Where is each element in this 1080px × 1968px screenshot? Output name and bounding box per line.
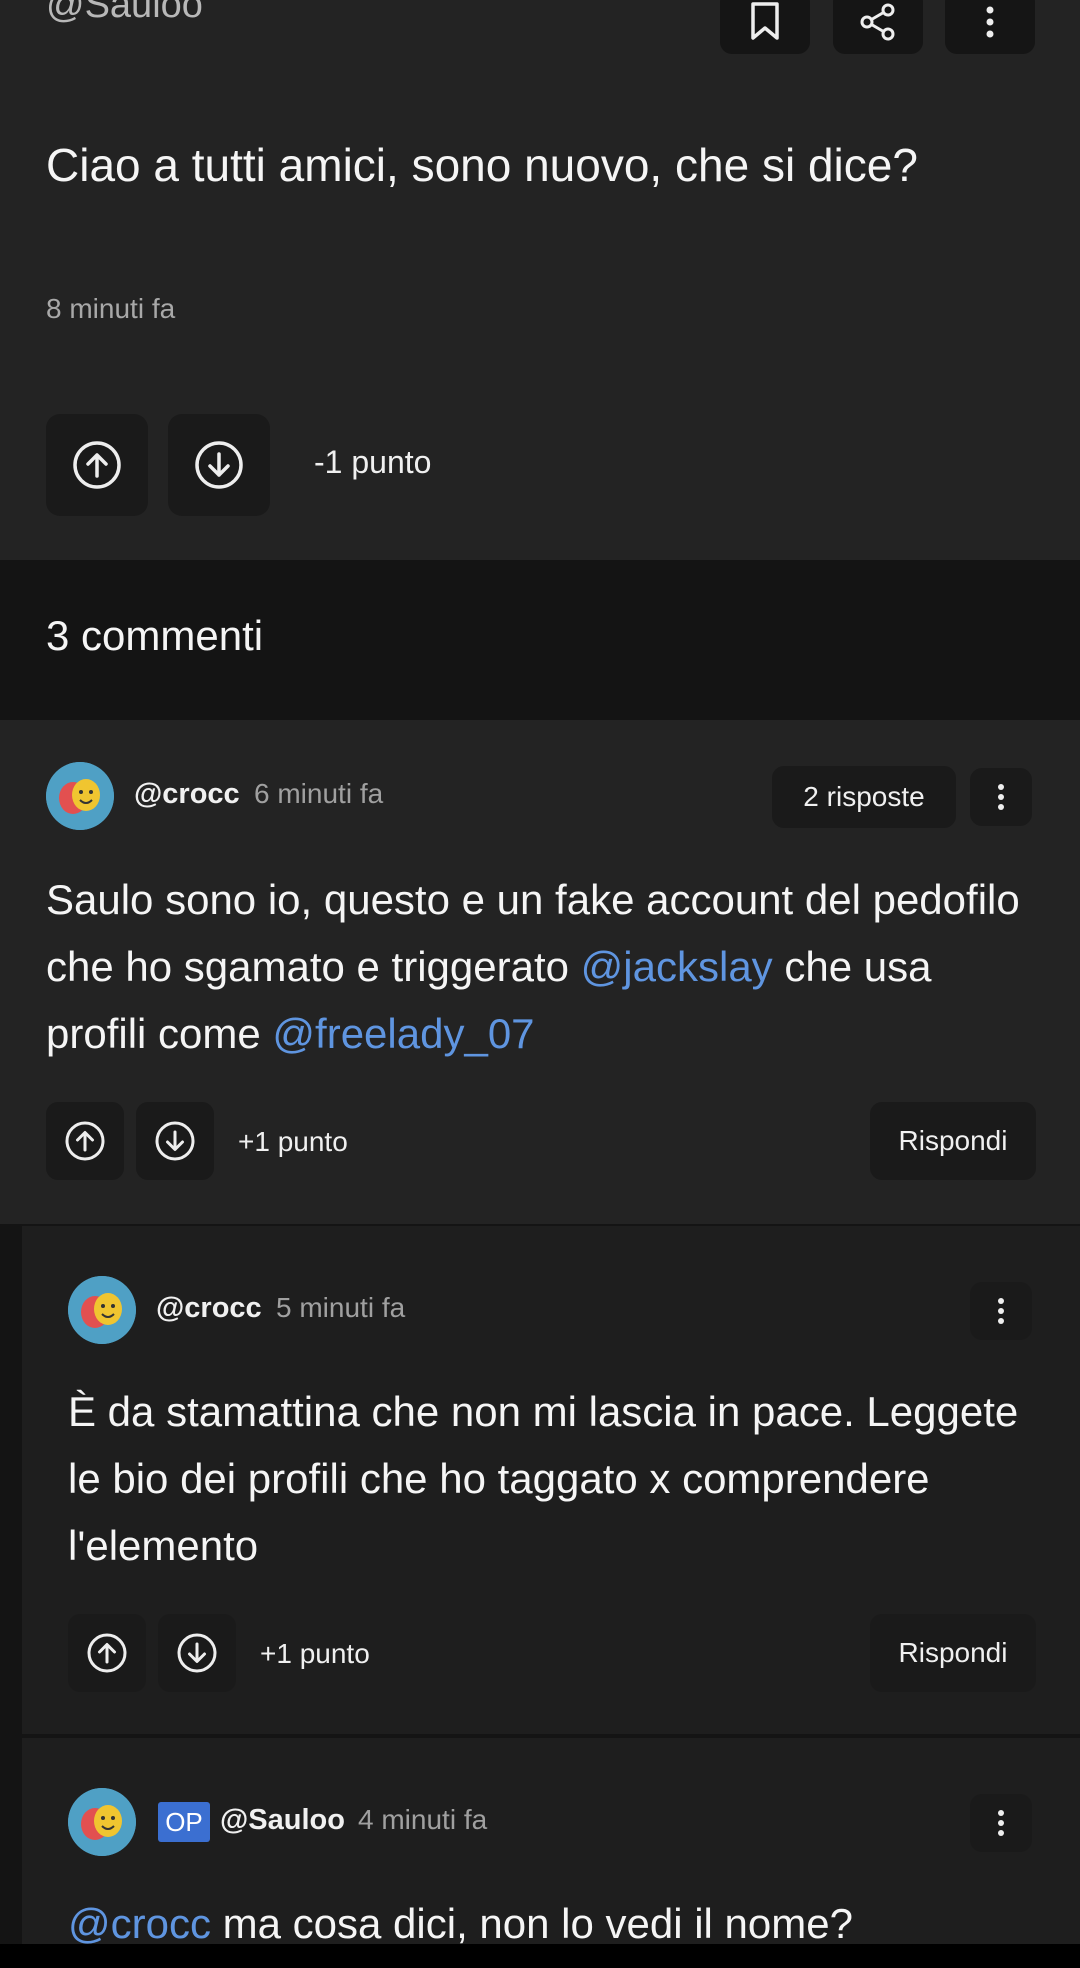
avatar[interactable] bbox=[68, 1276, 136, 1344]
theater-masks-icon bbox=[68, 1788, 136, 1856]
reply-button[interactable]: Rispondi bbox=[870, 1614, 1036, 1692]
comment-username[interactable]: @crocc bbox=[134, 778, 240, 811]
reply-card: @crocc 5 minuti fa È da stamattina che n… bbox=[22, 1226, 1080, 1734]
system-nav-bar bbox=[0, 1944, 1080, 1968]
comment-score: +1 punto bbox=[260, 1638, 370, 1669]
replies-button[interactable]: 2 risposte bbox=[772, 766, 956, 828]
theater-masks-icon bbox=[68, 1276, 136, 1344]
comments-count: 3 commenti bbox=[46, 612, 264, 659]
more-options-button[interactable] bbox=[945, 0, 1035, 54]
comment-options-button[interactable] bbox=[970, 768, 1032, 826]
comment-timestamp: 6 minuti fa bbox=[254, 778, 384, 809]
downvote-button[interactable] bbox=[168, 414, 270, 516]
comment-options-button[interactable] bbox=[970, 1794, 1032, 1852]
kebab-menu-icon bbox=[998, 784, 1004, 810]
op-badge: OP bbox=[158, 1802, 210, 1842]
post-timestamp: 8 minuti fa bbox=[46, 293, 176, 324]
reply-button[interactable]: Rispondi bbox=[870, 1102, 1036, 1180]
comment-timestamp: 4 minuti fa bbox=[358, 1804, 488, 1835]
comment-card: @crocc 6 minuti fa 2 risposte Saulo sono… bbox=[0, 720, 1080, 1224]
bookmark-icon bbox=[751, 2, 779, 40]
bookmark-button[interactable] bbox=[720, 0, 810, 54]
comment-timestamp: 5 minuti fa bbox=[276, 1292, 406, 1323]
theater-masks-icon bbox=[46, 762, 114, 830]
comment-score: +1 punto bbox=[238, 1126, 348, 1157]
post-body: Ciao a tutti amici, sono nuovo, che si d… bbox=[46, 139, 918, 191]
arrow-down-circle-icon bbox=[195, 441, 243, 489]
downvote-button[interactable] bbox=[158, 1614, 236, 1692]
arrow-up-circle-icon bbox=[65, 1121, 105, 1161]
upvote-button[interactable] bbox=[68, 1614, 146, 1692]
mention-link[interactable]: @crocc bbox=[68, 1900, 211, 1947]
post-card: @Sauloo Ciao a tutti amici, sono nuovo, … bbox=[0, 0, 1080, 560]
share-icon bbox=[860, 3, 895, 41]
comment-text: ma cosa dici, non lo vedi il nome? bbox=[210, 1900, 853, 1947]
comment-body: Saulo sono io, questo e un fake account … bbox=[46, 866, 1036, 1067]
post-score: -1 punto bbox=[314, 444, 432, 480]
comment-body: È da stamattina che non mi lascia in pac… bbox=[68, 1388, 1019, 1569]
kebab-menu-icon bbox=[998, 1810, 1004, 1836]
kebab-menu-icon bbox=[986, 6, 994, 38]
comment-username[interactable]: @crocc bbox=[156, 1292, 262, 1325]
kebab-menu-icon bbox=[998, 1298, 1004, 1324]
share-button[interactable] bbox=[833, 0, 923, 54]
upvote-button[interactable] bbox=[46, 1102, 124, 1180]
arrow-down-circle-icon bbox=[177, 1633, 217, 1673]
arrow-up-circle-icon bbox=[73, 441, 121, 489]
comment-options-button[interactable] bbox=[970, 1282, 1032, 1340]
avatar[interactable] bbox=[46, 762, 114, 830]
mention-link[interactable]: @freelady_07 bbox=[272, 1010, 534, 1057]
arrow-up-circle-icon bbox=[87, 1633, 127, 1673]
mention-link[interactable]: @jackslay bbox=[581, 943, 773, 990]
reply-card: OP @Sauloo 4 minuti fa @crocc ma cosa di… bbox=[22, 1738, 1080, 1947]
comment-username[interactable]: @Sauloo bbox=[220, 1804, 345, 1837]
upvote-button[interactable] bbox=[46, 414, 148, 516]
downvote-button[interactable] bbox=[136, 1102, 214, 1180]
arrow-down-circle-icon bbox=[155, 1121, 195, 1161]
avatar[interactable] bbox=[68, 1788, 136, 1856]
post-author[interactable]: @Sauloo bbox=[46, 0, 203, 27]
